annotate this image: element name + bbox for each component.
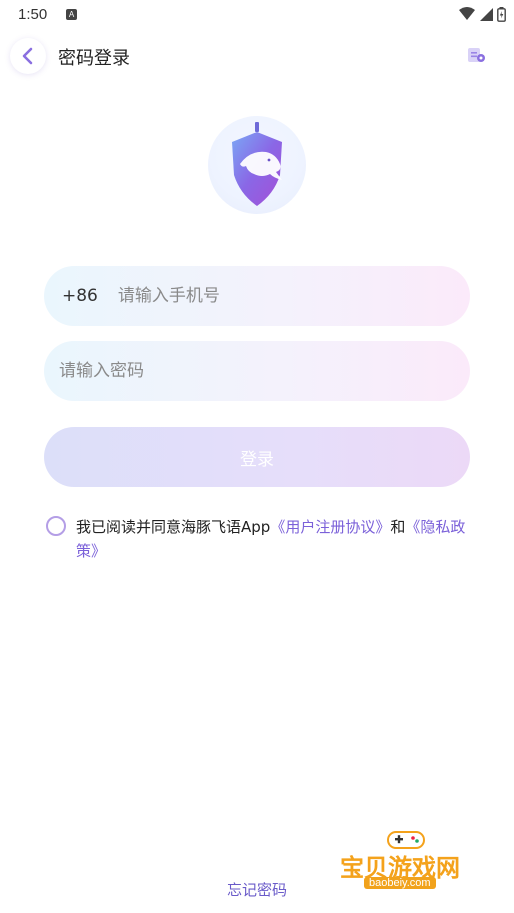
agreement-prefix: 我已阅读并同意海豚飞语App <box>76 518 271 536</box>
header: 密码登录 <box>0 36 514 76</box>
agreement-checkbox[interactable] <box>46 516 66 536</box>
page-title: 密码登录 <box>58 48 130 69</box>
watermark: 宝贝游戏网 baobeiy.com <box>340 826 480 896</box>
chevron-left-icon <box>22 47 33 65</box>
phone-field[interactable]: +86 <box>44 266 470 326</box>
notification-badge-icon: A <box>66 9 77 20</box>
app-logo <box>208 116 306 214</box>
password-field[interactable] <box>44 341 470 401</box>
dolphin-shield-logo <box>232 122 282 206</box>
login-button[interactable]: 登录 <box>44 427 470 487</box>
password-input[interactable] <box>59 361 379 381</box>
wifi-icon <box>459 7 475 20</box>
status-bar: 1:50 A <box>0 0 514 30</box>
agreement-conjunction: 和 <box>390 518 406 536</box>
watermark-url: baobeiy.com <box>364 877 436 889</box>
customer-service-icon[interactable] <box>466 46 486 66</box>
back-button[interactable] <box>10 38 46 74</box>
signal-icon <box>480 8 493 21</box>
battery-icon <box>497 6 506 22</box>
system-icons <box>459 6 506 22</box>
status-time: 1:50 <box>18 6 48 23</box>
user-agreement-link[interactable]: 《用户注册协议》 <box>270 518 390 536</box>
country-code-selector[interactable]: +86 <box>62 286 98 306</box>
agreement-text: 我已阅读并同意海豚飞语App《用户注册协议》和《隐私政策》 <box>76 515 476 563</box>
phone-input[interactable] <box>117 286 438 306</box>
